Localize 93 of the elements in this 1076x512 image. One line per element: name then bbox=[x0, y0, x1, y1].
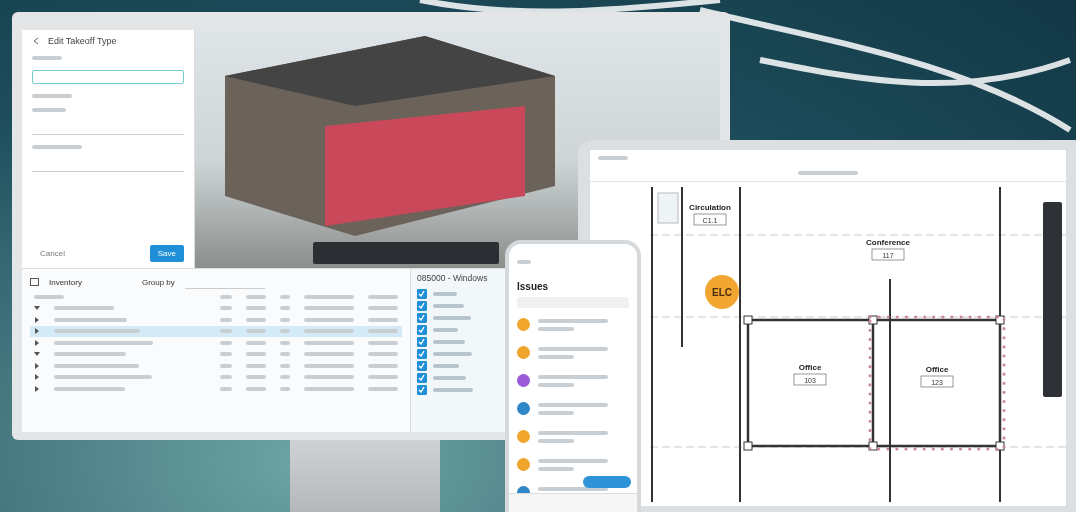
blurred-text bbox=[32, 94, 72, 98]
table-icon bbox=[30, 278, 39, 286]
checkbox[interactable] bbox=[417, 288, 427, 299]
blurred-text bbox=[538, 326, 574, 331]
blurred-text bbox=[220, 317, 232, 322]
blurred-text bbox=[433, 363, 459, 368]
blurred-text bbox=[32, 108, 66, 112]
blurred-text bbox=[538, 458, 608, 463]
blurred-text bbox=[304, 306, 354, 311]
blurred-text bbox=[368, 340, 398, 345]
blurred-text bbox=[220, 375, 232, 380]
blurred-text bbox=[538, 346, 608, 351]
checkbox[interactable] bbox=[417, 336, 427, 347]
blurred-text bbox=[246, 386, 266, 391]
blurred-text bbox=[368, 294, 398, 299]
blurred-text bbox=[246, 294, 266, 299]
blurred-text bbox=[246, 352, 266, 357]
group-by-label: Group by bbox=[141, 277, 175, 287]
blurred-text bbox=[538, 374, 608, 379]
blurred-text bbox=[368, 329, 398, 334]
blurred-text bbox=[304, 340, 354, 345]
room-name: Office bbox=[798, 363, 822, 372]
save-button[interactable]: Save bbox=[149, 245, 184, 262]
checkbox[interactable] bbox=[417, 384, 427, 395]
blurred-text bbox=[538, 410, 574, 415]
blurred-text bbox=[246, 306, 266, 311]
back-icon[interactable] bbox=[32, 37, 40, 45]
blurred-text bbox=[538, 318, 608, 323]
blurred-text bbox=[246, 340, 266, 345]
blurred-text bbox=[304, 352, 354, 357]
blurred-text bbox=[54, 386, 125, 391]
input-field[interactable] bbox=[32, 70, 184, 84]
blurred-text bbox=[220, 340, 232, 345]
blurred-text bbox=[304, 386, 354, 391]
blurred-text bbox=[368, 386, 398, 391]
blurred-text bbox=[368, 352, 398, 357]
blurred-text bbox=[433, 339, 465, 344]
screen-title: Issues bbox=[517, 281, 550, 292]
room-name: Circulation bbox=[689, 203, 731, 212]
blurred-text bbox=[304, 363, 354, 368]
room-name: Office bbox=[925, 365, 949, 374]
blurred-text bbox=[220, 352, 232, 357]
blurred-text bbox=[246, 329, 266, 334]
blurred-text bbox=[433, 351, 472, 356]
checkbox[interactable] bbox=[417, 360, 427, 371]
panel-title: Edit Takeoff Type bbox=[48, 36, 117, 46]
blurred-text bbox=[220, 329, 232, 334]
blurred-text bbox=[368, 317, 398, 322]
blurred-text bbox=[220, 386, 232, 391]
inventory-title: Inventory bbox=[49, 277, 82, 287]
blurred-text bbox=[246, 363, 266, 368]
blurred-text bbox=[538, 430, 608, 435]
blurred-text bbox=[517, 260, 531, 264]
room-name: Conference bbox=[866, 238, 910, 247]
checkbox[interactable] bbox=[417, 372, 427, 383]
blurred-text bbox=[246, 317, 266, 322]
blurred-text bbox=[598, 155, 628, 160]
blurred-text bbox=[798, 171, 858, 176]
checkbox[interactable] bbox=[417, 348, 427, 359]
category-title: 085000 - Windows bbox=[417, 273, 489, 283]
new-issue-button[interactable] bbox=[583, 476, 631, 488]
blurred-text bbox=[246, 375, 266, 380]
elc-marker[interactable]: ELC bbox=[705, 275, 739, 309]
blurred-text bbox=[433, 291, 457, 296]
blurred-text bbox=[220, 294, 232, 299]
checkbox[interactable] bbox=[417, 324, 427, 335]
blurred-text bbox=[368, 375, 398, 380]
blurred-text bbox=[304, 329, 354, 334]
blurred-text bbox=[304, 317, 354, 322]
checkbox[interactable] bbox=[417, 312, 427, 323]
blurred-text bbox=[54, 306, 114, 311]
blurred-text bbox=[538, 354, 574, 359]
checkbox[interactable] bbox=[417, 300, 427, 311]
blurred-text bbox=[220, 306, 232, 311]
blurred-text bbox=[538, 438, 574, 443]
blurred-text bbox=[368, 306, 398, 311]
blurred-text bbox=[368, 363, 398, 368]
minimap-thumbnail[interactable] bbox=[657, 192, 679, 224]
blurred-text bbox=[304, 294, 354, 299]
blurred-text bbox=[304, 375, 354, 380]
blurred-text bbox=[433, 387, 473, 392]
blurred-text bbox=[433, 303, 464, 308]
blurred-text bbox=[538, 402, 608, 407]
blurred-text bbox=[32, 145, 82, 149]
blurred-text bbox=[433, 375, 466, 380]
blurred-text bbox=[220, 363, 232, 368]
blurred-text bbox=[433, 327, 458, 332]
blurred-text bbox=[54, 352, 126, 357]
blurred-text bbox=[538, 382, 574, 387]
blurred-text bbox=[433, 315, 471, 320]
blurred-text bbox=[538, 466, 574, 471]
blurred-text bbox=[32, 56, 62, 60]
blurred-text bbox=[34, 294, 64, 299]
